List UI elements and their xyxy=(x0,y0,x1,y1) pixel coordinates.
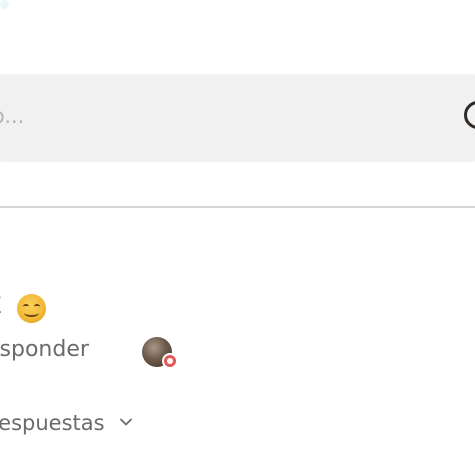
emoji-mouth xyxy=(24,309,39,317)
comment-author: o xyxy=(0,257,1,281)
chevron-down-icon xyxy=(119,418,132,426)
replies-label: respuestas xyxy=(0,411,105,435)
love-icon xyxy=(162,353,178,369)
top-edge-mark xyxy=(0,0,9,9)
comment-text: E xyxy=(0,294,2,319)
smiling-face-icon xyxy=(17,294,46,323)
comment-input[interactable] xyxy=(0,92,446,140)
comment-input-box[interactable] xyxy=(0,74,475,162)
comments-panel: o E esponder respuestas xyxy=(0,0,475,475)
reply-button[interactable]: esponder xyxy=(0,337,89,362)
divider xyxy=(0,206,475,208)
replies-toggle[interactable]: respuestas xyxy=(0,408,133,438)
